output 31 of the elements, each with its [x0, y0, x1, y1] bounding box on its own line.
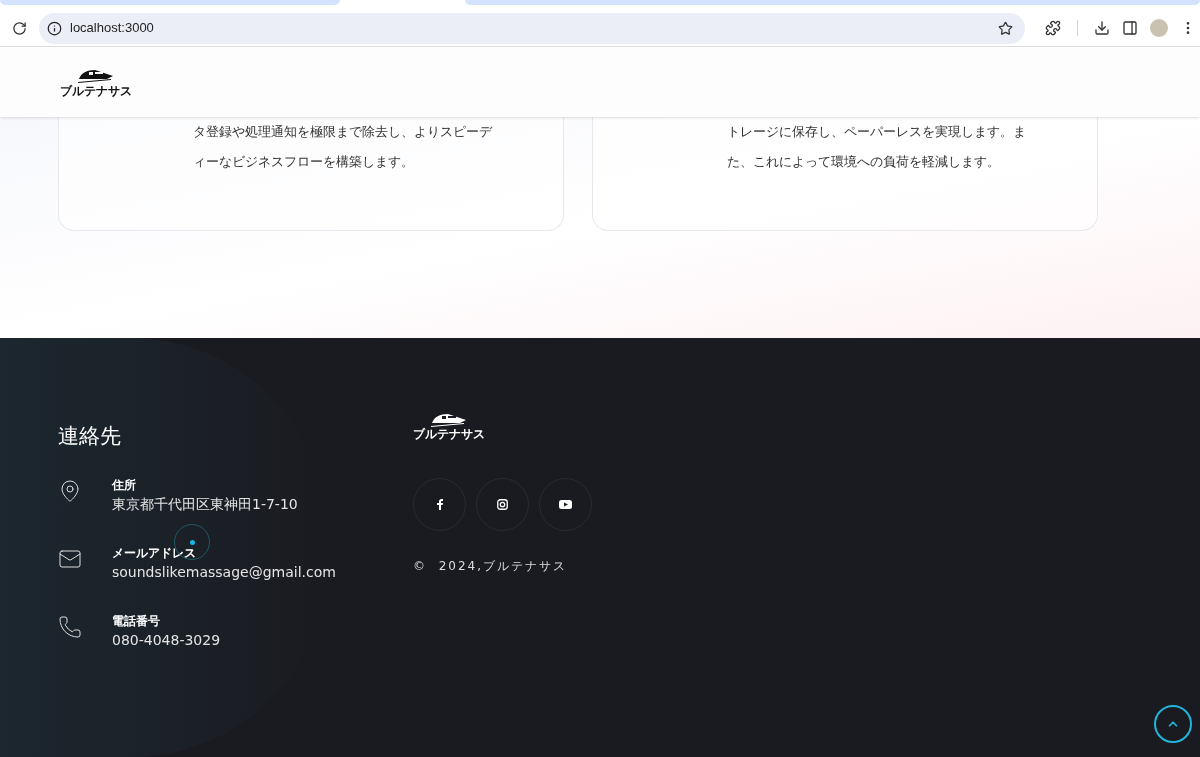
contact-value: 東京都千代田区東神田1-7-10 — [112, 495, 298, 514]
bookmark-star-icon[interactable] — [998, 20, 1013, 36]
contact-value: soundslikemassage@gmail.com — [112, 563, 336, 582]
contact-title: 連絡先 — [58, 426, 122, 447]
feature-description: た、これによって環境への負荷を軽減します。 — [727, 153, 1001, 171]
phone-icon — [58, 615, 82, 639]
info-icon[interactable] — [47, 20, 62, 36]
facebook-icon — [436, 499, 443, 510]
download-icon[interactable] — [1094, 20, 1110, 36]
footer-logo-text[interactable]: ブルテナサス — [413, 428, 485, 440]
train-logo-icon — [77, 67, 115, 84]
side-panel-icon[interactable] — [1122, 20, 1138, 36]
location-pin-icon — [58, 479, 82, 503]
extensions-icon[interactable] — [1045, 20, 1061, 36]
reload-icon[interactable] — [12, 20, 27, 36]
address-bar[interactable]: localhost:3000 — [39, 12, 1025, 44]
feature-description: タ登録や処理通知を極限まで除去し、よりスピーデ — [193, 123, 494, 141]
contact-label: 住所 — [112, 477, 137, 493]
feature-description: トレージに保存し、ペーパーレスを実現します。ま — [727, 123, 1027, 141]
contact-label: 電話番号 — [112, 613, 161, 629]
scroll-to-top-button[interactable] — [1154, 705, 1192, 743]
instagram-icon — [497, 499, 508, 510]
url-text: localhost:3000 — [70, 19, 154, 38]
copyright-text: © 2024,ブルテナサス — [413, 558, 568, 575]
train-logo-icon — [430, 412, 468, 428]
youtube-icon — [559, 500, 572, 509]
contact-value: 080-4048-3029 — [112, 631, 221, 650]
envelope-icon — [58, 547, 82, 571]
contact-label: メールアドレス — [112, 545, 197, 561]
logo-text[interactable]: ブルテナサス — [60, 84, 132, 97]
feature-description: ィーなビジネスフローを構築します。 — [193, 153, 415, 171]
